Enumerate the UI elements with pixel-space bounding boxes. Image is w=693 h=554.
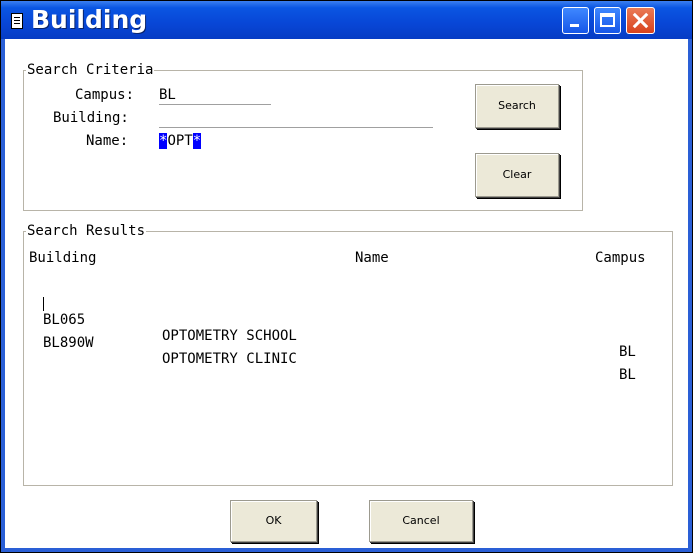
row-campus: BL — [619, 344, 636, 360]
window-title: Building — [31, 5, 148, 34]
campus-field[interactable]: BL — [159, 87, 271, 105]
document-icon — [11, 13, 23, 29]
column-header-building[interactable]: Building — [29, 250, 96, 266]
title-bar[interactable]: Building — [1, 1, 692, 39]
row-name: OPTOMETRY CLINIC — [162, 351, 297, 367]
cancel-button[interactable]: Cancel — [369, 500, 473, 542]
table-row[interactable]: BL890W OPTOMETRY CLINIC BL — [43, 319, 663, 383]
ok-button[interactable]: OK — [230, 500, 317, 542]
dialog-body: Search Criteria Campus: BL Building: Nam… — [5, 39, 688, 548]
name-core: OPT — [167, 133, 193, 149]
campus-label: Campus: — [75, 87, 135, 103]
search-results-group: Search Results — [23, 224, 673, 486]
maximize-button[interactable] — [594, 7, 621, 34]
building-field[interactable] — [159, 110, 433, 128]
column-header-name[interactable]: Name — [355, 250, 389, 266]
search-criteria-legend: Search Criteria — [27, 62, 154, 78]
building-dialog: Building Search Criteria Campus: BL Buil… — [0, 0, 693, 553]
search-button[interactable]: Search — [475, 84, 559, 128]
name-label: Name: — [86, 133, 129, 149]
column-header-campus[interactable]: Campus — [595, 250, 646, 266]
row-campus: BL — [619, 367, 636, 383]
name-field[interactable]: *OPT* — [159, 133, 202, 149]
building-label: Building: — [53, 110, 129, 126]
clear-button[interactable]: Clear — [475, 153, 559, 197]
search-results-legend: Search Results — [27, 223, 146, 239]
table-row[interactable]: BL065 OPTOMETRY SCHOOL BL — [43, 296, 663, 360]
name-wildcard-right: * — [192, 133, 202, 149]
close-button[interactable] — [626, 7, 655, 34]
row-building: BL890W — [43, 335, 94, 351]
minimize-button[interactable] — [562, 7, 589, 34]
